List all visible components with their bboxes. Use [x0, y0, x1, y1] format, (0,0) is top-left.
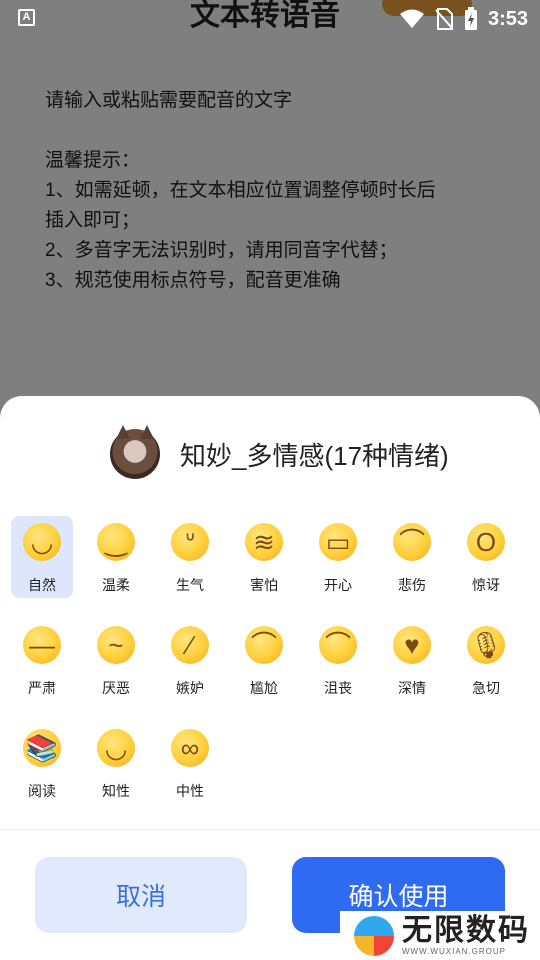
emotion-option[interactable]: ∕ 嫉妒 [159, 619, 221, 701]
emotion-label: 嫉妒 [176, 680, 204, 696]
nerd-face-icon: ∞ [171, 729, 209, 767]
emotion-label: 知性 [102, 783, 130, 799]
grinning-face-icon: ▭ [319, 523, 357, 561]
emotion-label: 急切 [472, 680, 500, 696]
emotion-option[interactable]: 📚 阅读 [11, 722, 73, 804]
emotion-option[interactable]: ᐡ 生气 [159, 516, 221, 598]
emotion-label: 悲伤 [398, 577, 426, 593]
watermark-logo-icon [354, 915, 394, 956]
emotion-label: 尴尬 [250, 680, 278, 696]
emotion-option[interactable]: — 严肃 [11, 619, 73, 701]
emotion-option[interactable]: ⌒ 尴尬 [233, 619, 295, 701]
emotion-option[interactable]: 🎙 急切 [455, 619, 517, 701]
emotion-label: 阅读 [28, 783, 56, 799]
emotion-option[interactable]: ‿ 温柔 [85, 516, 147, 598]
thinking-face-icon: ~ [97, 626, 135, 664]
anxious-sweat-face-icon: ⌒ [245, 626, 283, 664]
wifi-icon [399, 9, 424, 28]
emotion-option[interactable]: ♥ 深情 [381, 619, 443, 701]
microphone-icon: 🎙 [467, 626, 505, 664]
crying-face-icon: ⌒ [319, 626, 357, 664]
emotion-option[interactable]: ▭ 开心 [307, 516, 369, 598]
emotion-option[interactable]: ⌒ 沮丧 [307, 619, 369, 701]
cancel-button[interactable]: 取消 [35, 857, 247, 933]
emotion-option[interactable]: ≋ 害怕 [233, 516, 295, 598]
woman-icon: ◡ [97, 729, 135, 767]
watermark-url: WWW.WUXIAN.GROUP [402, 947, 506, 956]
relaxed-face-icon: ‿ [97, 523, 135, 561]
emotion-label: 中性 [176, 783, 204, 799]
books-icon: 📚 [23, 729, 61, 767]
status-time: 3:53 [487, 7, 528, 30]
emotion-label: 生气 [176, 577, 204, 593]
emotion-label: 厌恶 [102, 680, 130, 696]
emotion-label: 害怕 [250, 577, 278, 593]
emotion-option[interactable]: ◡ 知性 [85, 722, 147, 804]
emotion-label: 温柔 [102, 577, 130, 593]
divider [0, 829, 540, 830]
emotion-label: 深情 [398, 680, 426, 696]
confused-face-icon: ∕ [171, 626, 209, 664]
battery-charging-icon [464, 7, 477, 30]
emotion-label: 自然 [28, 577, 56, 593]
watermark: 无限数码 WWW.WUXIAN.GROUP [340, 911, 540, 960]
emotion-option[interactable]: ◡ 自然 [11, 516, 73, 598]
status-bar: A 3:53 [0, 0, 540, 38]
slight-smile-icon: ◡ [23, 523, 61, 561]
smiling-hearts-face-icon: ♥ [393, 626, 431, 664]
no-sim-icon [435, 8, 453, 30]
voice-name: 知妙_多情感(17种情绪) [180, 440, 449, 471]
emotion-option[interactable]: ~ 厌恶 [85, 619, 147, 701]
watermark-text: 无限数码 [402, 914, 530, 947]
neutral-face-icon: — [23, 626, 61, 664]
emotion-label: 严肃 [28, 680, 56, 696]
emotion-option[interactable]: O 惊讶 [455, 516, 517, 598]
emotion-label: 开心 [324, 577, 352, 593]
voice-avatar [110, 425, 160, 479]
emotion-label: 沮丧 [324, 680, 352, 696]
screaming-face-icon: O [467, 523, 505, 561]
emotion-option[interactable]: ∞ 中性 [159, 722, 221, 804]
voice-header: 知妙_多情感(17种情绪) [110, 425, 449, 482]
notification-a-icon: A [18, 9, 35, 26]
frowning-face-icon: ⌒ [393, 523, 431, 561]
emotion-option[interactable]: ⌒ 悲伤 [381, 516, 443, 598]
confounded-face-icon: ≋ [245, 523, 283, 561]
steam-nose-face-icon: ᐡ [171, 523, 209, 561]
voice-emotion-sheet: 知妙_多情感(17种情绪) ◡ 自然 ‿ 温柔 ᐡ 生气 ≋ 害怕 ▭ 开心 ⌒ 悲伤 O 惊讶 — 严肃 ~ 厌… [0, 396, 540, 960]
emotion-label: 惊讶 [472, 577, 500, 593]
